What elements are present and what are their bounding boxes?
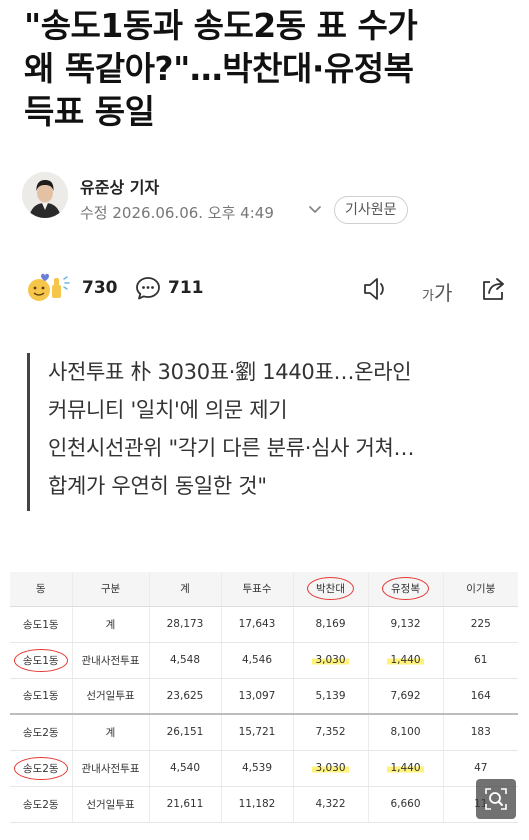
table-cell: 관내사전투표 bbox=[72, 642, 150, 679]
table-cell-circled: 송도1동 bbox=[10, 642, 73, 679]
table-header-circled: 유정복 bbox=[368, 572, 444, 607]
reaction-button[interactable]: 730 bbox=[24, 270, 118, 306]
table-cell: 8,100 bbox=[368, 714, 444, 751]
circled-label: 송도1동 bbox=[13, 648, 68, 672]
table-cell: 송도2동 bbox=[10, 714, 73, 751]
table-header: 구분 bbox=[72, 572, 150, 607]
comment-icon bbox=[136, 277, 160, 300]
font-size-button[interactable]: 가가 bbox=[422, 277, 452, 306]
image-zoom-button[interactable] bbox=[476, 779, 516, 819]
chevron-down-icon[interactable] bbox=[305, 199, 325, 219]
table-cell: 17,643 bbox=[221, 606, 294, 643]
highlighted-value: 3,030 bbox=[312, 654, 349, 666]
summary-line: 커뮤니티 '일치'에 의문 제기 bbox=[48, 398, 288, 422]
table-header: 동 bbox=[10, 572, 73, 607]
table-cell: 선거일투표 bbox=[72, 786, 150, 823]
table-cell: 7,352 bbox=[293, 714, 369, 751]
table-cell: 계 bbox=[72, 714, 150, 751]
table-header-circled: 박찬대 bbox=[293, 572, 369, 607]
table-row: 송도1동 관내사전투표 4,548 4,546 3,030 1,440 61 bbox=[10, 642, 518, 679]
table-cell: 183 bbox=[443, 714, 518, 751]
headline-line-1: "송도1동과 송도2동 표 수가 bbox=[24, 6, 418, 45]
table-cell: 송도2동 bbox=[10, 786, 73, 823]
table-row: 송도1동 계 28,173 17,643 8,169 9,132 225 bbox=[10, 606, 518, 643]
article-summary: 사전투표 朴 3030표·劉 1440표…온라인 커뮤니티 '일치'에 의문 제… bbox=[27, 353, 507, 511]
table-row: 송도2동 선거일투표 21,611 11,182 4,322 6,660 11 bbox=[10, 786, 518, 823]
reaction-emoji-icon bbox=[28, 273, 70, 301]
table-cell: 4,540 bbox=[149, 750, 222, 787]
table-cell: 11,182 bbox=[221, 786, 294, 823]
table-cell: 8,169 bbox=[293, 606, 369, 643]
results-table: 동 구분 계 투표수 박찬대 유정복 이기붕 송도1동 계 28,173 17,… bbox=[10, 572, 518, 823]
table-cell: 7,692 bbox=[368, 678, 444, 715]
table-cell-highlighted: 3,030 bbox=[293, 642, 369, 679]
table-cell-highlighted: 1,440 bbox=[368, 642, 444, 679]
share-icon[interactable] bbox=[478, 274, 508, 304]
table-cell: 계 bbox=[72, 606, 150, 643]
table-cell: 4,539 bbox=[221, 750, 294, 787]
table-cell-highlighted: 1,440 bbox=[368, 750, 444, 787]
table-cell: 6,660 bbox=[368, 786, 444, 823]
results-table-image[interactable]: 동 구분 계 투표수 박찬대 유정복 이기붕 송도1동 계 28,173 17,… bbox=[10, 572, 518, 823]
table-row: 송도2동 관내사전투표 4,540 4,539 3,030 1,440 47 bbox=[10, 750, 518, 787]
table-cell: 관내사전투표 bbox=[72, 750, 150, 787]
headline-line-3: 득표 동일 bbox=[24, 92, 155, 131]
summary-line: 합계가 우연히 동일한 것" bbox=[48, 474, 267, 498]
reaction-count: 730 bbox=[82, 278, 118, 298]
table-cell: 4,548 bbox=[149, 642, 222, 679]
highlighted-value: 1,440 bbox=[387, 762, 424, 774]
table-cell: 5,139 bbox=[293, 678, 369, 715]
circled-label: 박찬대 bbox=[307, 577, 354, 601]
comment-button[interactable]: 711 bbox=[134, 270, 204, 306]
reporter-name[interactable]: 유준상 기자 bbox=[80, 174, 159, 198]
table-cell: 164 bbox=[443, 678, 518, 715]
article-headline: "송도1동과 송도2동 표 수가 왜 똑같아?"…박찬대·유정복 득표 동일 bbox=[24, 4, 524, 133]
table-cell: 13,097 bbox=[221, 678, 294, 715]
headline-line-2: 왜 똑같아?"…박찬대·유정복 bbox=[24, 49, 414, 88]
table-header: 이기붕 bbox=[443, 572, 518, 607]
circled-label: 유정복 bbox=[382, 577, 429, 601]
original-article-button[interactable]: 기사원문 bbox=[334, 196, 408, 224]
table-cell: 61 bbox=[443, 642, 518, 679]
edit-timestamp: 수정 2026.06.06. 오후 4:49 bbox=[80, 202, 274, 223]
table-row: 송도2동 계 26,151 15,721 7,352 8,100 183 bbox=[10, 714, 518, 751]
summary-line: 사전투표 朴 3030표·劉 1440표…온라인 bbox=[48, 360, 412, 384]
reporter-avatar[interactable] bbox=[22, 172, 68, 218]
speaker-icon[interactable] bbox=[360, 274, 390, 304]
table-cell: 225 bbox=[443, 606, 518, 643]
table-cell: 15,721 bbox=[221, 714, 294, 751]
timestamp-value: 2026.06.06. 오후 4:49 bbox=[112, 204, 274, 222]
table-cell-circled: 송도2동 bbox=[10, 750, 73, 787]
highlighted-value: 3,030 bbox=[312, 762, 349, 774]
highlighted-value: 1,440 bbox=[387, 654, 424, 666]
action-bar: 730 711 가가 bbox=[24, 270, 509, 310]
table-cell: 4,322 bbox=[293, 786, 369, 823]
table-cell: 송도1동 bbox=[10, 606, 73, 643]
font-size-large: 가 bbox=[433, 281, 453, 305]
table-cell: 선거일투표 bbox=[72, 678, 150, 715]
byline: 유준상 기자 수정 2026.06.06. 오후 4:49 기사원문 bbox=[22, 172, 502, 224]
table-cell-highlighted: 3,030 bbox=[293, 750, 369, 787]
table-header: 계 bbox=[149, 572, 222, 607]
table-header: 투표수 bbox=[221, 572, 294, 607]
table-header-row: 동 구분 계 투표수 박찬대 유정복 이기붕 bbox=[10, 572, 518, 607]
comment-count: 711 bbox=[168, 278, 204, 298]
table-cell: 28,173 bbox=[149, 606, 222, 643]
table-cell: 23,625 bbox=[149, 678, 222, 715]
font-size-small: 가 bbox=[422, 289, 434, 304]
edit-label: 수정 bbox=[80, 204, 108, 222]
magnifier-icon bbox=[485, 788, 507, 810]
summary-line: 인천시선관위 "각기 다른 분류·심사 거쳐… bbox=[48, 436, 415, 460]
table-cell: 21,611 bbox=[149, 786, 222, 823]
table-row: 송도1동 선거일투표 23,625 13,097 5,139 7,692 164 bbox=[10, 678, 518, 715]
table-cell: 9,132 bbox=[368, 606, 444, 643]
circled-label: 송도2동 bbox=[13, 756, 68, 780]
table-cell: 26,151 bbox=[149, 714, 222, 751]
table-cell: 송도1동 bbox=[10, 678, 73, 715]
avatar-image bbox=[22, 172, 68, 218]
table-cell: 4,546 bbox=[221, 642, 294, 679]
